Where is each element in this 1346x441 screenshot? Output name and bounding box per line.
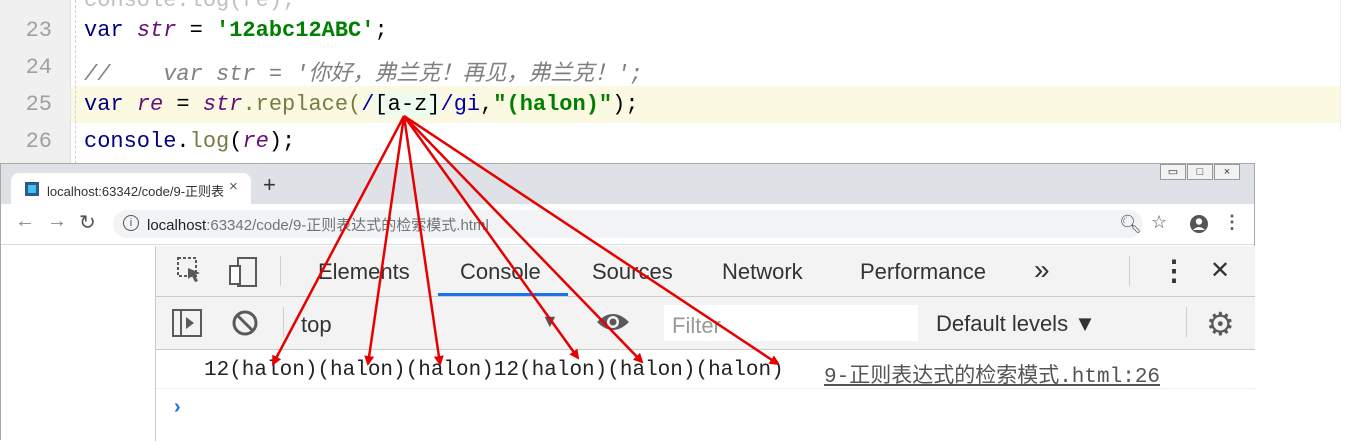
dot: . <box>176 129 190 154</box>
tab-title: localhost:63342/code/9-正则表 <box>47 184 225 199</box>
regex-delimiter: / <box>440 92 454 117</box>
code-line-24-comment[interactable]: // var str = '你好，弗兰克！再见，弗兰克！'; <box>84 55 643 87</box>
separator <box>1186 307 1187 337</box>
reload-icon[interactable]: ↻ <box>79 210 96 235</box>
tab-close-icon[interactable]: × <box>229 178 238 195</box>
eye-icon[interactable] <box>596 311 630 333</box>
regex-delimiter: / <box>361 92 375 117</box>
paren: ( <box>229 129 243 154</box>
window-controls: ▭ □ × <box>1160 164 1241 180</box>
operator: = <box>176 18 217 43</box>
call-end: ); <box>268 129 296 154</box>
method-call: .replace( <box>242 92 362 117</box>
code-line-23[interactable]: var str = '12abc12ABC'; <box>84 18 388 43</box>
info-icon[interactable]: i <box>123 215 139 231</box>
keyword: var <box>84 18 124 43</box>
filter-input[interactable]: Filter <box>664 305 918 341</box>
forward-arrow-icon[interactable]: → <box>47 210 67 233</box>
tab-elements[interactable]: Elements <box>318 259 410 285</box>
console-log-row: 12(halon)(halon)(halon)12(halon)(halon)(… <box>156 350 1255 389</box>
log-message: 12(halon)(halon)(halon)12(halon)(halon)(… <box>204 359 784 382</box>
star-icon[interactable]: ☆ <box>1151 212 1167 233</box>
url-text: localhost:63342/code/9-正则表达式的检索模式.html <box>147 214 489 235</box>
browser-toolbar: ← → ↻ i localhost:63342/code/9-正则表达式的检索模… <box>1 204 1254 245</box>
line-number: 24 <box>25 55 52 80</box>
maximize-button[interactable]: □ <box>1187 164 1213 180</box>
string-literal: '12abc12ABC' <box>216 18 375 43</box>
minimize-button[interactable]: ▭ <box>1160 164 1186 180</box>
call-end: ); <box>612 92 639 117</box>
clear-console-icon[interactable] <box>231 309 259 337</box>
active-tab-indicator <box>438 293 568 296</box>
separator <box>1129 256 1130 286</box>
comma: , <box>480 92 494 117</box>
method-call: log <box>189 129 230 154</box>
tab-network[interactable]: Network <box>722 259 803 285</box>
regex-char-class: [a-z] <box>374 92 441 117</box>
separator <box>283 307 284 337</box>
more-tabs-icon[interactable]: » <box>1034 254 1050 286</box>
inspect-icon[interactable] <box>176 256 204 284</box>
url-host: localhost <box>147 217 207 234</box>
line-number: 23 <box>25 18 52 43</box>
editor-scrollbar[interactable] <box>1340 0 1346 130</box>
url-path: :63342/code/9-正则表达式的检索模式.html <box>206 217 489 234</box>
log-levels-dropdown[interactable]: Default levels ▼ <box>936 311 1096 337</box>
browser-window: ▭ □ × localhost:63342/code/9-正则表 × + ← →… <box>0 163 1255 441</box>
sidebar-toggle-icon[interactable] <box>172 309 202 337</box>
webstorm-favicon-icon <box>25 182 39 196</box>
tab-console[interactable]: Console <box>460 259 541 285</box>
operator: = <box>163 92 203 117</box>
account-icon[interactable] <box>1189 214 1209 234</box>
object-ref: console <box>84 129 177 154</box>
line-number: 26 <box>25 129 52 154</box>
variable: str <box>136 18 177 43</box>
line-number: 25 <box>25 92 52 117</box>
variable: re <box>136 92 164 117</box>
filter-placeholder: Filter <box>672 313 721 338</box>
context-selector[interactable]: top <box>301 312 332 338</box>
partial-previous-line: console.log(re); <box>84 0 296 13</box>
console-prompt-icon[interactable]: › <box>174 396 181 419</box>
argument: re <box>242 129 269 154</box>
kebab-menu-icon[interactable]: ⋮ <box>1223 212 1241 233</box>
replacement-string: "(halon)" <box>493 92 613 117</box>
code-line-26[interactable]: console.log(re); <box>84 129 295 154</box>
log-source-link[interactable]: 9-正则表达式的检索模式.html:26 <box>824 359 1160 389</box>
close-window-button[interactable]: × <box>1214 164 1240 180</box>
tab-strip: ▭ □ × localhost:63342/code/9-正则表 × + <box>1 164 1254 204</box>
object-ref: str <box>202 92 243 117</box>
separator <box>280 256 281 286</box>
address-bar[interactable]: i localhost:63342/code/9-正则表达式的检索模式.html… <box>113 210 1143 238</box>
browser-tab[interactable]: localhost:63342/code/9-正则表 × <box>11 173 251 204</box>
devtools-menu-icon[interactable]: ⋮ <box>1160 254 1188 287</box>
console-toolbar: top ▼ Filter Default levels ▼ ⚙ <box>156 297 1255 350</box>
chevron-down-icon[interactable]: ▼ <box>541 311 559 332</box>
tab-performance[interactable]: Performance <box>860 259 986 285</box>
tab-sources[interactable]: Sources <box>592 259 673 285</box>
settings-gear-icon[interactable]: ⚙ <box>1206 305 1235 343</box>
new-tab-button[interactable]: + <box>263 172 276 198</box>
code-line-25[interactable]: var re = str.replace(/[a-z]/gi,"(halon)"… <box>84 92 639 117</box>
device-icon[interactable] <box>228 256 258 288</box>
devtools-panel: Elements Console Sources Network Perform… <box>155 246 1255 441</box>
close-devtools-icon[interactable]: ✕ <box>1210 256 1230 285</box>
devtools-tab-bar: Elements Console Sources Network Perform… <box>156 246 1255 297</box>
regex-flags: gi <box>453 92 481 117</box>
back-arrow-icon[interactable]: ← <box>15 210 35 233</box>
semicolon: ; <box>374 18 388 43</box>
zoom-icon[interactable]: 🔍︎ <box>1119 214 1142 235</box>
keyword: var <box>84 92 124 117</box>
